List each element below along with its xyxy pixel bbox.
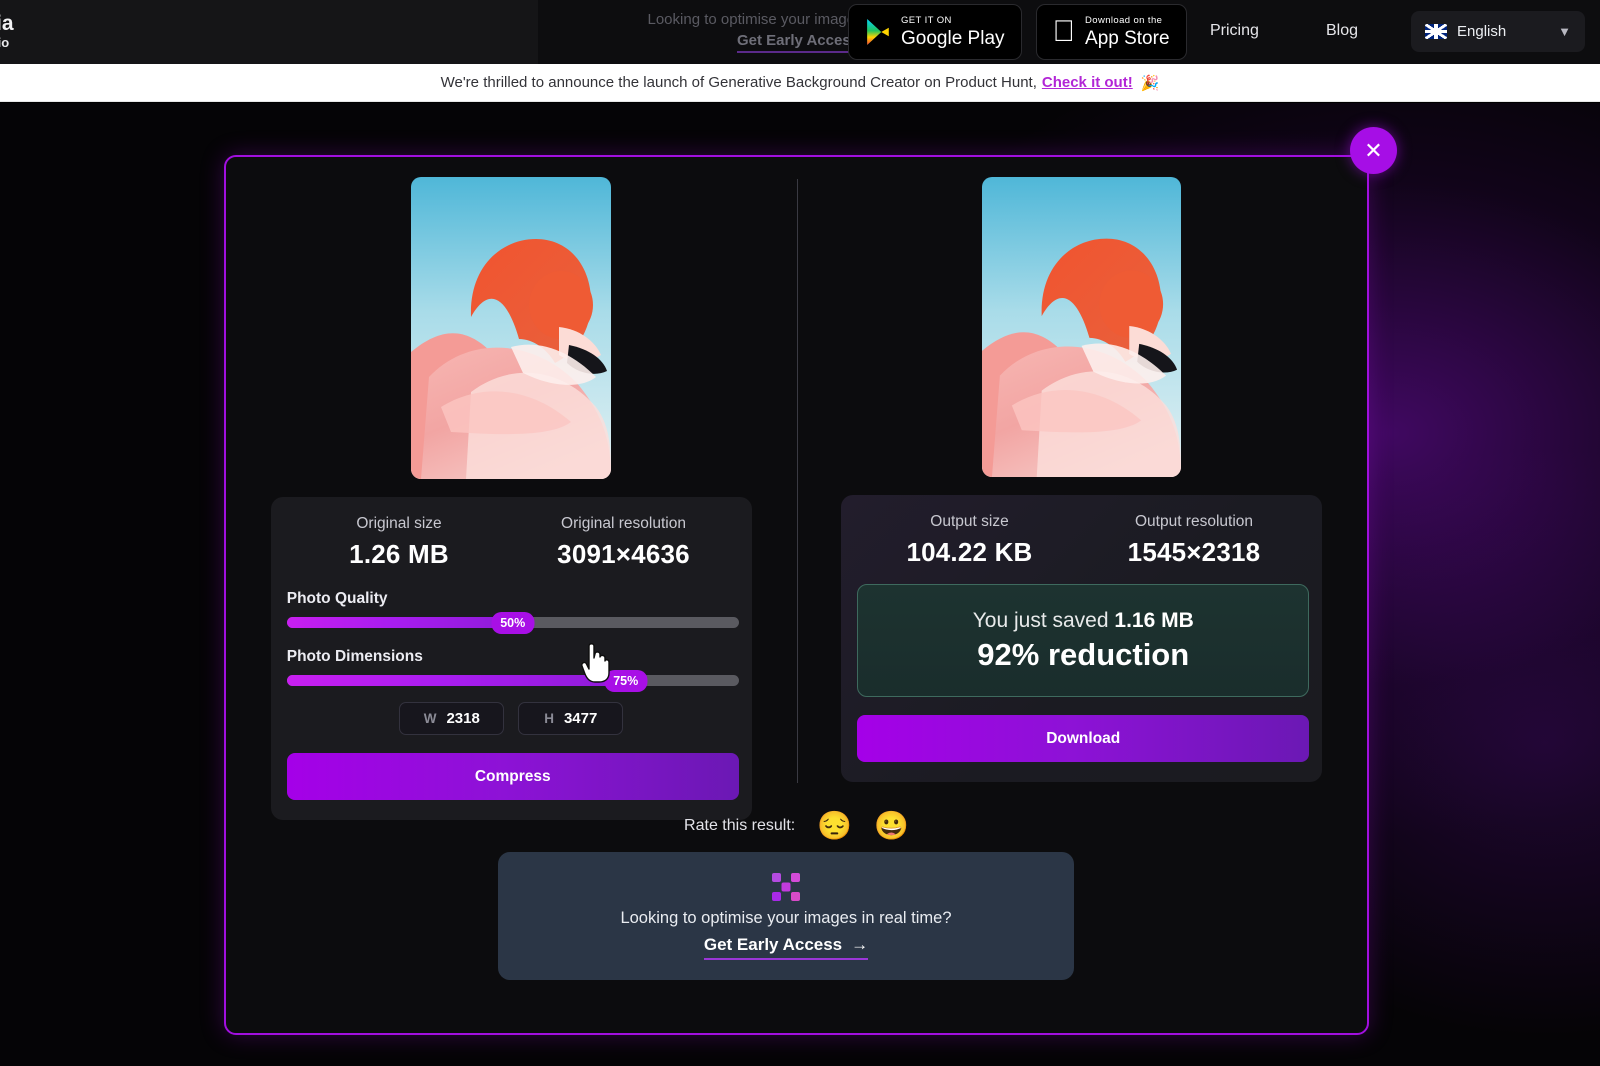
download-button[interactable]: Download [857, 715, 1310, 762]
width-value: 2318 [446, 710, 480, 727]
party-popper-icon: 🎉 [1140, 74, 1160, 92]
original-size-label: Original size [356, 515, 442, 532]
google-play-button[interactable]: GET IT ON Google Play [848, 4, 1022, 60]
output-resolution-value: 1545×2318 [1127, 537, 1261, 567]
original-size-cell: Original size 1.26 MB [287, 515, 512, 570]
early-access-cta-card: Looking to optimise your images in real … [498, 852, 1074, 980]
height-input[interactable]: H 3477 [518, 702, 624, 735]
nav-item-pricing[interactable]: Pricing [1210, 22, 1259, 40]
app-store-big-label: App Store [1062, 27, 1170, 49]
site-logo[interactable]: ia .io [0, 0, 538, 64]
announcement-link[interactable]: Check it out! [1042, 74, 1133, 91]
rating-section: Rate this result: 😔 😀 [226, 812, 1367, 840]
store-badges: GET IT ON Google Play  Download on the … [848, 4, 1187, 60]
app-store-small-label: Download on the [1062, 15, 1162, 27]
original-size-value: 1.26 MB [349, 539, 449, 569]
comparison-panels: Original size 1.26 MB Original resolutio… [226, 157, 1368, 820]
announcement-banner: We're thrilled to announce the launch of… [0, 64, 1600, 102]
logo-text-line1: ia [0, 11, 14, 35]
header-promo-link[interactable]: Get Early Access [736, 32, 860, 53]
app-store-button[interactable]:  Download on the App Store [1035, 4, 1187, 60]
google-play-small-label: GET IT ON [901, 15, 952, 27]
photo-dimensions-label: Photo Dimensions [286, 648, 423, 665]
savings-prefix: You just saved [972, 608, 1115, 632]
x-logo-icon [771, 872, 801, 902]
rating-label: Rate this result: [684, 817, 796, 834]
photo-quality-slider-fill [286, 617, 513, 628]
nav-item-blog[interactable]: Blog [1326, 22, 1358, 40]
photo-dimensions-badge: 75% [604, 669, 648, 692]
language-label: English [1457, 23, 1507, 40]
uk-flag-icon [1425, 24, 1447, 39]
original-stats-row: Original size 1.26 MB Original resolutio… [287, 515, 736, 570]
height-value: 3477 [563, 710, 598, 727]
width-key-label: W [423, 711, 437, 726]
original-panel: Original size 1.26 MB Original resolutio… [226, 157, 797, 820]
output-resolution-label: Output resolution [1134, 513, 1254, 530]
original-stats-card: Original size 1.26 MB Original resolutio… [270, 497, 752, 820]
width-input[interactable]: W 2318 [399, 702, 505, 735]
google-play-icon [865, 18, 891, 46]
original-resolution-label: Original resolution [561, 515, 686, 532]
photo-quality-slider[interactable]: 50% [286, 611, 739, 634]
height-key-label: H [544, 711, 554, 726]
apple-icon:  [1053, 17, 1076, 47]
get-early-access-label: Get Early Access [703, 935, 843, 954]
output-stats-card: Output size 104.22 KB Output resolution … [841, 495, 1323, 782]
chevron-down-icon: ▼ [1558, 24, 1571, 39]
photo-quality-label: Photo Quality [286, 590, 388, 607]
output-resolution-cell: Output resolution 1545×2318 [1082, 513, 1307, 568]
savings-amount: 1.16 MB [1114, 608, 1194, 632]
rating-sad-icon[interactable]: 😔 [817, 812, 852, 840]
close-modal-button[interactable]: ✕ [1350, 127, 1397, 174]
language-selector[interactable]: English ▼ [1411, 11, 1585, 52]
dimension-inputs: W 2318 H 3477 [287, 702, 736, 735]
original-resolution-value: 3091×4636 [557, 539, 690, 569]
output-size-label: Output size [930, 513, 1009, 530]
photo-quality-badge: 50% [491, 611, 535, 634]
output-image-preview [982, 177, 1182, 477]
photo-dimensions-slider-fill [286, 675, 626, 686]
site-header: ia .io Looking to optimise your images i… [0, 0, 1600, 64]
output-size-value: 104.22 KB [906, 537, 1033, 567]
output-panel: Output size 104.22 KB Output resolution … [797, 157, 1368, 787]
savings-line: You just saved 1.16 MB [973, 609, 1194, 633]
close-icon: ✕ [1364, 137, 1383, 163]
get-early-access-link[interactable]: Get Early Access → [703, 935, 869, 960]
original-image-preview [411, 177, 612, 479]
original-resolution-cell: Original resolution 3091×4636 [511, 515, 736, 570]
output-size-cell: Output size 104.22 KB [857, 513, 1082, 568]
compression-result-modal: ✕ Original size 1.26 MB Original resolut… [224, 127, 1397, 1035]
announcement-text: We're thrilled to announce the launch of… [440, 74, 1037, 91]
rating-happy-icon[interactable]: 😀 [874, 812, 909, 840]
savings-box: You just saved 1.16 MB 92% reduction [857, 584, 1310, 697]
photo-dimensions-slider[interactable]: 75% [286, 669, 739, 692]
early-access-text: Looking to optimise your images in real … [620, 909, 952, 927]
google-play-big-label: Google Play [901, 27, 1005, 49]
reduction-percent: 92% reduction [977, 636, 1190, 672]
logo-text-line2: .io [0, 34, 10, 50]
arrow-right-icon: → [851, 935, 869, 954]
compress-button[interactable]: Compress [286, 753, 739, 800]
output-stats-row: Output size 104.22 KB Output resolution … [857, 513, 1306, 568]
